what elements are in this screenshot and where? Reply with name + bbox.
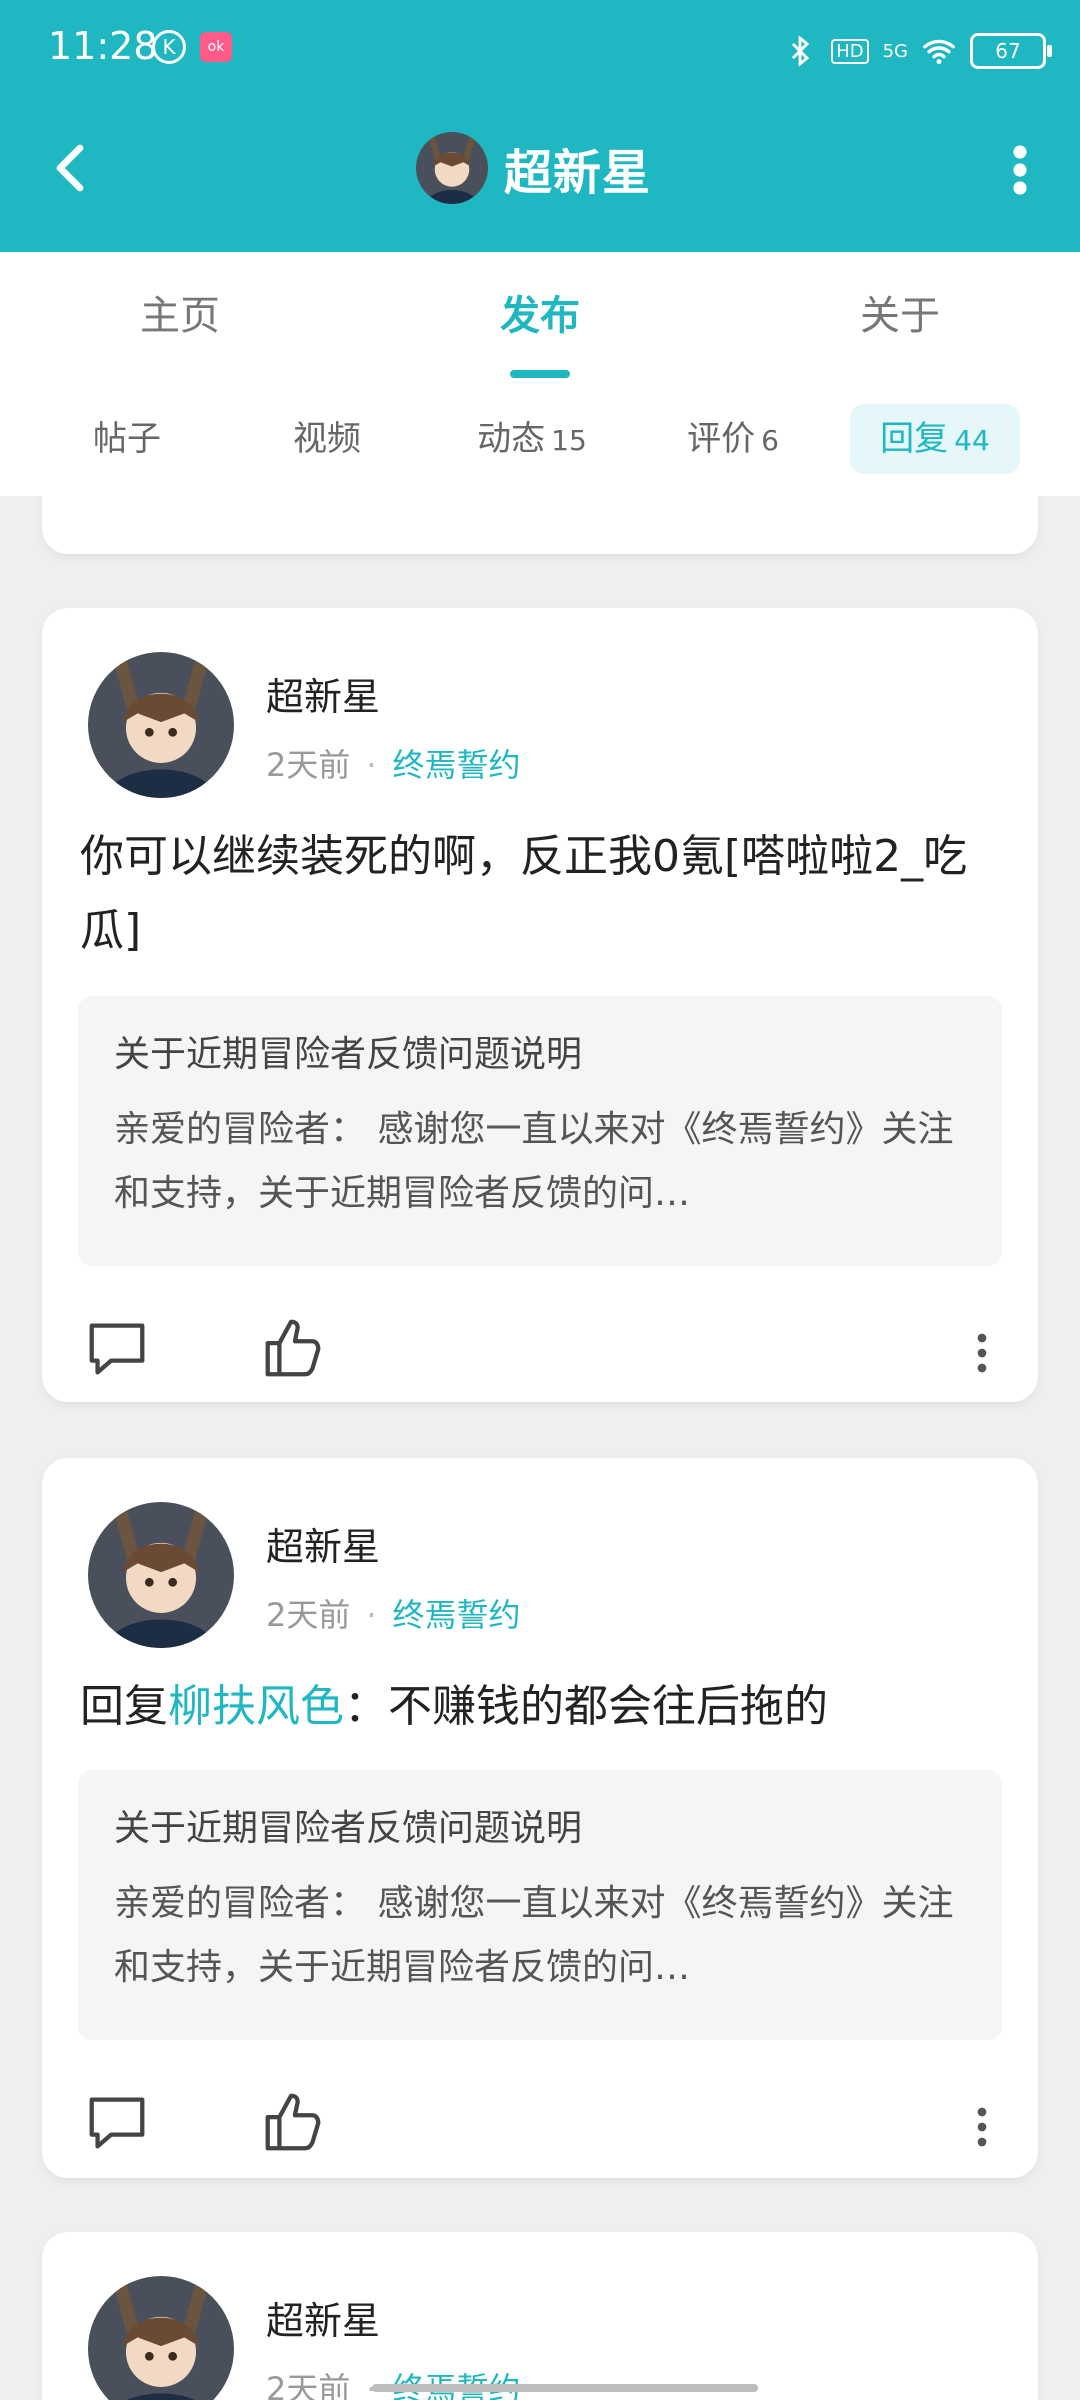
reply-text: ：不赚钱的都会往后拖的 xyxy=(344,1681,828,1732)
like-icon[interactable] xyxy=(258,2088,328,2158)
reply-feed[interactable]: 超新星 2天前 · 终焉誓约 你可以继续装死的啊，反正我0氪[嗒啦啦2_吃瓜] 关于… xyxy=(0,496,1080,2400)
subtab-videos-label: 视频 xyxy=(293,419,361,459)
post-time: 2天前 xyxy=(266,1596,351,1634)
game-link[interactable]: 终焉誓约 xyxy=(393,746,521,784)
subtab-moments-count: 15 xyxy=(551,424,587,457)
quoted-post-title: 关于近期冒险者反馈问题说明 xyxy=(114,1808,583,1849)
tab-home[interactable]: 主页 xyxy=(80,252,280,380)
quoted-post-body: 亲爱的冒险者： 感谢您一直以来对《终焉誓约》关注和支持，关于近期冒险者反馈的问… xyxy=(114,1883,954,1988)
status-bar: 11:28 K ok HD 5G 67 xyxy=(0,0,1080,100)
post-actions xyxy=(82,1314,1002,1394)
tab-publish[interactable]: 发布 xyxy=(440,252,640,380)
subtab-replies-label: 回复 xyxy=(880,419,949,459)
sub-tabs: 帖子 视频 动态 15 评价 6 回复 44 xyxy=(0,380,1080,496)
subtab-moments-label: 动态 xyxy=(477,419,546,459)
post-time: 2天前 xyxy=(266,746,351,784)
author-name[interactable]: 超新星 xyxy=(266,666,380,721)
post-meta: 2天前 · 终焉誓约 xyxy=(266,740,521,786)
hd-icon: HD xyxy=(831,38,869,64)
post-header: 超新星 2天前 · 终焉誓约 xyxy=(88,652,988,802)
comment-icon[interactable] xyxy=(82,1314,152,1384)
quoted-post-body: 亲爱的冒险者： 感谢您一直以来对《终焉誓约》关注和支持，关于近期冒险者反馈的问… xyxy=(114,1109,954,1214)
game-link[interactable]: 终焉誓约 xyxy=(393,1596,521,1634)
status-time: 11:28 xyxy=(48,24,158,68)
subtab-replies-count: 44 xyxy=(954,424,990,457)
avatar xyxy=(416,132,488,204)
author-name[interactable]: 超新星 xyxy=(266,2290,380,2345)
subtab-posts-label: 帖子 xyxy=(93,419,161,459)
reply-card[interactable]: 超新星 2天前 · 终焉誓约 回复柳扶风色：不赚钱的都会往后拖的 关于近期冒险者反馈… xyxy=(42,1458,1038,2178)
reply-content[interactable]: 你可以继续装死的啊，反正我0氪[嗒啦啦2_吃瓜] xyxy=(80,820,1000,968)
post-time: 2天前 xyxy=(266,2370,351,2400)
post-meta: 2天前·终焉誓约 xyxy=(266,2364,521,2400)
post-header: 超新星 2天前·终焉誓约 xyxy=(88,2276,988,2400)
main-tabs: 主页 发布 关于 xyxy=(0,252,1080,382)
reply-card[interactable]: 超新星 2天前·终焉誓约 xyxy=(42,2232,1038,2400)
kebab-menu-icon[interactable] xyxy=(990,140,1050,200)
mentioned-user-link[interactable]: 柳扶风色 xyxy=(168,1681,344,1732)
tab-indicator xyxy=(510,370,570,378)
battery-icon: 67 xyxy=(970,33,1052,69)
post-meta: 2天前 · 终焉誓约 xyxy=(266,1590,521,1636)
list-item[interactable] xyxy=(42,496,1038,554)
page-title: 超新星 xyxy=(504,145,652,201)
quoted-post[interactable]: 关于近期冒险者反馈问题说明 亲爱的冒险者： 感谢您一直以来对《终焉誓约》关注和支… xyxy=(78,1770,1002,2040)
subtab-reviews-count: 6 xyxy=(761,424,779,457)
subtab-moments[interactable]: 动态 15 xyxy=(462,404,602,474)
avatar[interactable] xyxy=(88,1502,234,1648)
kebab-menu-icon[interactable] xyxy=(962,2102,1002,2152)
author-name[interactable]: 超新星 xyxy=(266,1516,380,1571)
status-icons: HD 5G 67 xyxy=(783,28,1052,74)
bluetooth-icon xyxy=(792,35,810,67)
reply-content[interactable]: 回复柳扶风色：不赚钱的都会往后拖的 xyxy=(80,1670,1000,1744)
quoted-post-title: 关于近期冒险者反馈问题说明 xyxy=(114,1034,583,1075)
home-indicator[interactable] xyxy=(372,2384,758,2392)
avatar[interactable] xyxy=(88,652,234,798)
tab-about[interactable]: 关于 xyxy=(800,252,1000,380)
subtab-videos[interactable]: 视频 xyxy=(262,404,392,474)
subtab-replies[interactable]: 回复 44 xyxy=(850,404,1020,474)
quoted-post[interactable]: 关于近期冒险者反馈问题说明 亲爱的冒险者： 感谢您一直以来对《终焉誓约》关注和支… xyxy=(78,996,1002,1266)
signal-5g-icon: 5G xyxy=(882,40,908,62)
app-header: 11:28 K ok HD 5G 67 超新星 xyxy=(0,0,1080,252)
separator-dot: · xyxy=(366,1596,377,1634)
subtab-posts[interactable]: 帖子 xyxy=(62,404,192,474)
kebab-menu-icon[interactable] xyxy=(962,1328,1002,1378)
k-notification-icon: K xyxy=(152,30,186,64)
post-actions xyxy=(82,2088,1002,2168)
reply-prefix: 回复 xyxy=(80,1681,168,1732)
separator-dot: · xyxy=(366,746,377,784)
post-header: 超新星 2天前 · 终焉誓约 xyxy=(88,1502,988,1652)
reply-card[interactable]: 超新星 2天前 · 终焉誓约 你可以继续装死的啊，反正我0氪[嗒啦啦2_吃瓜] 关于… xyxy=(42,608,1038,1402)
app-bar: 超新星 xyxy=(0,100,1080,252)
app-notification-icon: ok xyxy=(200,32,232,62)
wifi-icon xyxy=(923,39,955,65)
subtab-reviews[interactable]: 评价 6 xyxy=(668,404,798,474)
profile-title[interactable]: 超新星 xyxy=(416,128,651,208)
like-icon[interactable] xyxy=(258,1314,328,1384)
back-button[interactable] xyxy=(40,136,104,200)
avatar[interactable] xyxy=(88,2276,234,2400)
comment-icon[interactable] xyxy=(82,2088,152,2158)
subtab-reviews-label: 评价 xyxy=(687,419,756,459)
